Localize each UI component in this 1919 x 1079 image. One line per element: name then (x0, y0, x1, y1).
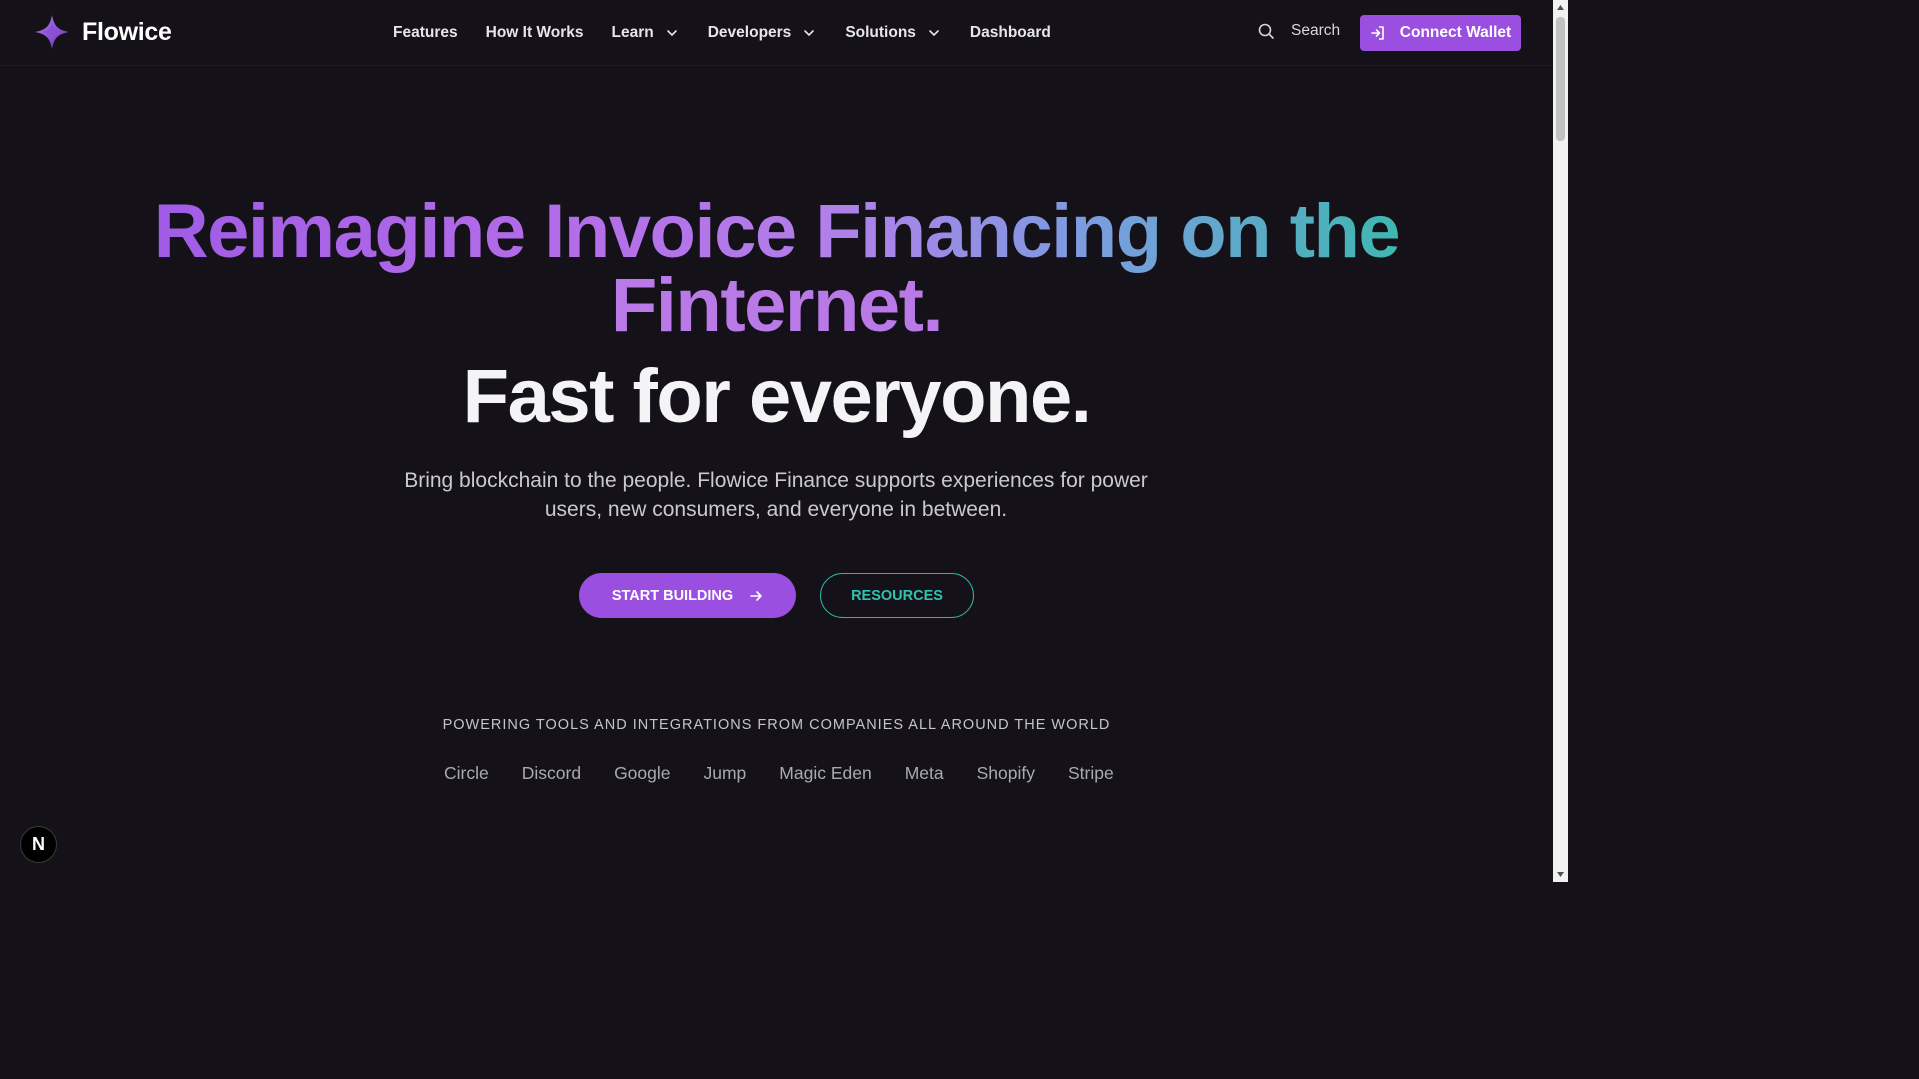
logo-star-icon (35, 15, 69, 49)
nav-solutions[interactable]: Solutions (845, 24, 940, 42)
hero-subtitle: Fast for everyone. (462, 354, 1092, 439)
nav-features[interactable]: Features (393, 24, 458, 42)
scroll-down-arrow-icon[interactable] (1556, 870, 1565, 879)
nav-learn-label: Learn (611, 24, 654, 41)
main-nav: Features How It Works Learn Developers S… (393, 0, 1051, 66)
nav-how-it-works-label: How It Works (485, 24, 584, 41)
page-scrollbar[interactable] (1553, 0, 1568, 882)
hero-title-line2: Finternet. (610, 263, 944, 348)
nav-dashboard-label: Dashboard (969, 24, 1051, 41)
partner-shopify: Shopify (976, 763, 1035, 783)
nav-developers[interactable]: Developers (708, 24, 816, 42)
nav-developers-label: Developers (707, 24, 792, 41)
site-header: Flowice Features How It Works Learn Deve… (0, 0, 1553, 66)
arrow-right-icon (750, 590, 762, 601)
nav-solutions-label: Solutions (845, 24, 916, 41)
partner-meta: Meta (904, 763, 944, 783)
hero-title-line1: Reimagine Invoice Financing on the (153, 189, 1401, 274)
brand-name: Flowice (82, 17, 172, 46)
chevron-down-icon (804, 30, 815, 37)
partners-heading: POWERING TOOLS AND INTEGRATIONS FROM COM… (442, 717, 1111, 733)
search-icon (1258, 23, 1274, 39)
partner-stripe: Stripe (1068, 763, 1114, 783)
nav-features-label: Features (393, 24, 458, 41)
chevron-down-icon (666, 30, 677, 37)
nav-dashboard[interactable]: Dashboard (970, 24, 1051, 42)
partner-magic-eden: Magic Eden (779, 763, 872, 783)
scroll-up-arrow-icon[interactable] (1556, 3, 1565, 12)
brand-logo[interactable]: Flowice (34, 14, 172, 50)
search-label: Search (1291, 22, 1341, 39)
connect-wallet-button[interactable]: Connect Wallet (1360, 15, 1521, 51)
partner-circle: Circle (444, 763, 489, 783)
nav-how-it-works[interactable]: How It Works (486, 24, 584, 42)
partner-google: Google (614, 763, 671, 783)
connect-wallet-label: Connect Wallet (1399, 24, 1512, 41)
nav-learn[interactable]: Learn (612, 24, 678, 42)
scrollbar-thumb[interactable] (1556, 17, 1565, 141)
dev-tools-badge[interactable]: N (20, 826, 57, 863)
resources-label: RESOURCES (851, 587, 943, 604)
chevron-down-icon (929, 30, 939, 37)
partner-list: Circle Discord Google Jump Magic Eden Me… (444, 763, 1114, 784)
resources-button[interactable]: RESOURCES (820, 573, 974, 618)
dev-tools-badge-letter: N (32, 834, 45, 854)
partner-jump: Jump (703, 763, 747, 783)
partner-discord: Discord (521, 763, 582, 783)
start-building-button[interactable]: START BUILDING (579, 573, 796, 618)
login-icon (1370, 26, 1384, 40)
start-building-label: START BUILDING (611, 587, 734, 604)
hero-title: Reimagine Invoice Financing on the Finte… (0, 194, 1553, 344)
search-button[interactable]: Search (1258, 22, 1340, 40)
hero-description: Bring blockchain to the people. Flowice … (404, 469, 1148, 521)
